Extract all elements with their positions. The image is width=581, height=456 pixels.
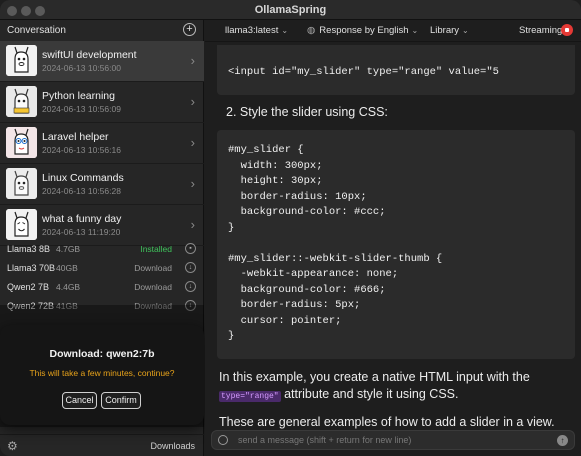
explanation-paragraph: In this example, you create a native HTM… xyxy=(217,369,575,405)
plus-circle-icon[interactable]: + xyxy=(183,23,196,36)
streaming-label: Streaming xyxy=(519,25,563,36)
conversation-date: 2024-06-13 10:56:28 xyxy=(42,186,121,196)
chevron-right-icon: › xyxy=(190,53,195,68)
globe-icon: ◍ xyxy=(307,25,316,36)
llama-avatar xyxy=(6,209,37,240)
dialog-title: Download: qwen2:7b xyxy=(49,348,155,360)
message-input-bar[interactable]: send a message (shift + return for new l… xyxy=(211,430,575,450)
library-label: Library xyxy=(430,25,460,36)
model-selector-label: llama3:latest xyxy=(225,25,279,36)
conversation-name: Python learning xyxy=(42,90,115,102)
conversation-date: 2024-06-13 10:56:00 xyxy=(42,63,121,73)
model-download-button[interactable]: Download xyxy=(134,282,172,292)
model-download-button[interactable]: Download xyxy=(134,263,172,273)
code-block-css: #my_slider { width: 300px; height: 30px;… xyxy=(217,130,575,359)
dialog-message: This will take a few minutes, continue? xyxy=(29,368,175,378)
cancel-button[interactable]: Cancel xyxy=(62,392,97,409)
title-bar: OllamaSpring xyxy=(0,0,581,20)
conversation-item[interactable]: Linux Commands 2024-06-13 10:56:28 › xyxy=(0,164,204,205)
conversation-name: Linux Commands xyxy=(42,172,124,184)
chevron-right-icon: › xyxy=(190,135,195,150)
model-size: 4.4GB xyxy=(56,282,81,292)
conversation-header-label: Conversation xyxy=(7,25,66,36)
confirm-button[interactable]: Confirm xyxy=(101,392,141,409)
download-icon[interactable]: ↓ xyxy=(185,281,196,292)
model-name: Qwen2 7B xyxy=(7,282,50,292)
llama-avatar xyxy=(6,45,37,76)
response-language-label: Response by English xyxy=(319,25,409,36)
download-icon[interactable]: ↓ xyxy=(185,262,196,273)
explanation-text: In this example, you create a native HTM… xyxy=(219,369,530,384)
sidebar-header: Conversation + xyxy=(0,20,204,40)
chevron-right-icon: › xyxy=(190,94,195,109)
response-language-selector[interactable]: ◍ Response by English ⌄ xyxy=(307,25,418,36)
trash-icon[interactable]: ▪ xyxy=(185,243,196,254)
window-title: OllamaSpring xyxy=(254,4,327,16)
chevron-right-icon: › xyxy=(190,176,195,191)
chevron-right-icon: › xyxy=(190,217,195,232)
chevron-down-icon: ⌄ xyxy=(411,26,419,35)
model-row: Llama3 70B 40GB Download ↓ xyxy=(0,259,204,278)
model-name: Llama3 70B xyxy=(7,263,56,273)
conversation-name: Laravel helper xyxy=(42,131,109,143)
app-window: OllamaSpring Conversation + swiftUI deve… xyxy=(0,0,581,456)
sidebar-footer: ⚙ Downloads xyxy=(0,434,204,456)
conversation-date: 2024-06-13 10:56:16 xyxy=(42,145,121,155)
llama-avatar xyxy=(6,168,37,199)
model-selector[interactable]: llama3:latest ⌄ xyxy=(225,25,288,36)
model-row: Llama3 8B 4.7GB Installed ▪ xyxy=(0,240,204,259)
conversation-item[interactable]: Laravel helper 2024-06-13 10:56:16 › xyxy=(0,123,204,164)
model-status: Installed xyxy=(140,244,172,254)
conversation-item[interactable]: swiftUI development 2024-06-13 10:56:00 … xyxy=(0,41,204,82)
step-heading: 2. Style the slider using CSS: xyxy=(226,105,388,119)
conversation-list: swiftUI development 2024-06-13 10:56:00 … xyxy=(0,41,204,246)
toolbar: llama3:latest ⌄ ◍ Response by English ⌄ Lib… xyxy=(205,20,581,42)
attach-icon[interactable] xyxy=(218,435,228,445)
model-name: Llama3 8B xyxy=(7,244,51,254)
conversation-name: swiftUI development xyxy=(42,49,137,61)
message-input[interactable]: send a message (shift + return for new l… xyxy=(238,435,411,445)
model-size: 40GB xyxy=(56,263,78,273)
chat-message: <input id="my_slider" type="range" value… xyxy=(217,45,575,443)
llama-avatar xyxy=(6,86,37,117)
conversation-date: 2024-06-13 10:56:09 xyxy=(42,104,121,114)
model-size: 4.7GB xyxy=(56,244,81,254)
stop-streaming-icon[interactable] xyxy=(561,24,573,36)
explanation-text: attribute and style it using CSS. xyxy=(280,386,459,401)
model-row: Qwen2 7B 4.4GB Download ↓ xyxy=(0,278,204,297)
llama-avatar xyxy=(6,127,37,158)
chevron-down-icon: ⌄ xyxy=(462,26,469,35)
code-block-html: <input id="my_slider" type="range" value… xyxy=(217,45,575,95)
downloads-link[interactable]: Downloads xyxy=(150,441,195,451)
conversation-name: what a funny day xyxy=(42,213,122,225)
conversation-item[interactable]: Python learning 2024-06-13 10:56:09 › xyxy=(0,82,204,123)
chevron-down-icon: ⌄ xyxy=(281,26,289,35)
chat-area: llama3:latest ⌄ ◍ Response by English ⌄ Lib… xyxy=(205,20,581,456)
send-arrow-icon[interactable]: ↑ xyxy=(557,435,568,446)
download-dialog: Download: qwen2:7b This will take a few … xyxy=(0,325,204,425)
gear-icon[interactable]: ⚙ xyxy=(7,439,18,453)
inline-code: type="range" xyxy=(219,390,281,402)
library-selector[interactable]: Library ⌄ xyxy=(430,25,469,36)
conversation-date: 2024-06-13 11:19:20 xyxy=(42,227,121,237)
